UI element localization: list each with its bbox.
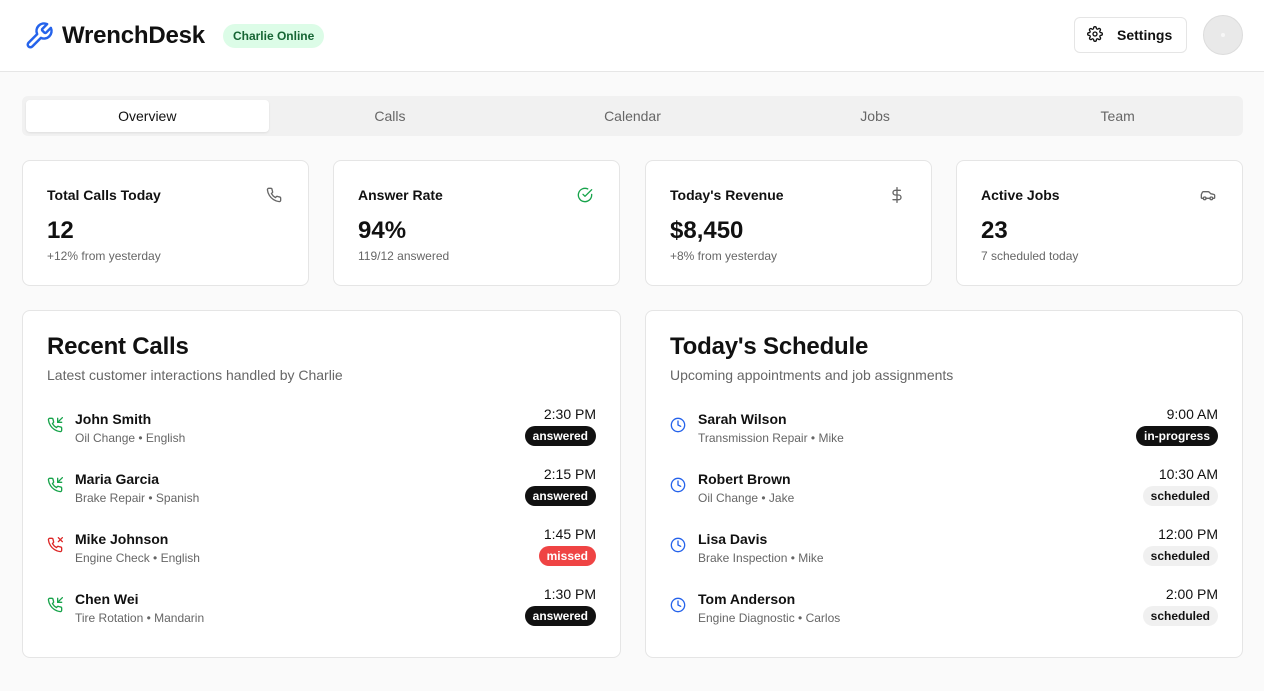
appointment-time: 9:00 AM <box>1166 406 1218 422</box>
call-status-badge: answered <box>524 606 596 626</box>
call-row[interactable]: John Smith Oil Change • English 2:30 PM … <box>47 403 596 463</box>
clock-icon <box>670 597 688 615</box>
customer-name: Lisa Davis <box>698 531 768 547</box>
call-row[interactable]: Chen Wei Tire Rotation • Mandarin 1:30 P… <box>47 583 596 643</box>
recent-calls-panel: Recent Calls Latest customer interaction… <box>22 310 621 658</box>
stat-sub: +8% from yesterday <box>670 249 778 263</box>
avatar[interactable] <box>1203 15 1243 55</box>
call-status-badge: missed <box>538 546 596 566</box>
appointment-time: 10:30 AM <box>1158 466 1218 482</box>
stat-title: Answer Rate <box>358 187 443 203</box>
app-name: WrenchDesk <box>62 21 205 49</box>
tab-calendar[interactable]: Calendar <box>511 100 754 132</box>
appointment-time: 12:00 PM <box>1158 526 1218 542</box>
call-time: 1:45 PM <box>543 526 596 542</box>
call-time: 2:30 PM <box>543 406 596 422</box>
stat-title: Today's Revenue <box>670 187 784 203</box>
tab-calls[interactable]: Calls <box>269 100 512 132</box>
panel-subtitle: Latest customer interactions handled by … <box>47 367 343 383</box>
call-status-badge: answered <box>524 486 596 506</box>
clock-icon <box>670 417 688 435</box>
appointment-time: 2:00 PM <box>1165 586 1218 602</box>
dollar-icon <box>889 187 907 205</box>
stat-card-answer-rate: Answer Rate 94% 119/12 answered <box>333 160 620 286</box>
gear-icon <box>1087 25 1103 45</box>
caller-name: Chen Wei <box>75 591 139 607</box>
call-time: 2:15 PM <box>543 466 596 482</box>
stat-card-revenue: Today's Revenue $8,450 +8% from yesterda… <box>645 160 932 286</box>
schedule-row[interactable]: Sarah Wilson Transmission Repair • Mike … <box>670 403 1218 463</box>
job-status-badge: scheduled <box>1142 546 1218 566</box>
job-meta: Brake Inspection • Mike <box>698 551 824 565</box>
call-meta: Engine Check • English <box>75 551 200 565</box>
stat-title: Total Calls Today <box>47 187 161 203</box>
job-meta: Engine Diagnostic • Carlos <box>698 611 841 625</box>
job-status-badge: scheduled <box>1142 486 1218 506</box>
call-row[interactable]: Mike Johnson Engine Check • English 1:45… <box>47 523 596 583</box>
job-status-badge: in-progress <box>1135 426 1218 446</box>
stat-value: 23 <box>981 217 1008 244</box>
call-meta: Tire Rotation • Mandarin <box>75 611 205 625</box>
call-meta: Oil Change • English <box>75 431 186 445</box>
schedule-row[interactable]: Robert Brown Oil Change • Jake 10:30 AM … <box>670 463 1218 523</box>
phone-incoming-icon <box>47 417 65 435</box>
customer-name: Tom Anderson <box>698 591 796 607</box>
job-status-badge: scheduled <box>1142 606 1218 626</box>
customer-name: Robert Brown <box>698 471 791 487</box>
customer-name: Sarah Wilson <box>698 411 787 427</box>
stat-title: Active Jobs <box>981 187 1060 203</box>
clock-icon <box>670 477 688 495</box>
settings-button[interactable]: Settings <box>1074 17 1187 53</box>
stat-card-active-jobs: Active Jobs 23 7 scheduled today <box>956 160 1243 286</box>
car-icon <box>1200 187 1218 205</box>
job-meta: Oil Change • Jake <box>698 491 795 505</box>
clock-icon <box>670 537 688 555</box>
call-meta: Brake Repair • Spanish <box>75 491 200 505</box>
stat-card-total-calls: Total Calls Today 12 +12% from yesterday <box>22 160 309 286</box>
stat-value: 12 <box>47 217 74 244</box>
top-bar: WrenchDesk Charlie Online Settings <box>0 0 1264 72</box>
schedule-panel: Today's Schedule Upcoming appointments a… <box>645 310 1243 658</box>
panel-subtitle: Upcoming appointments and job assignment… <box>670 367 954 383</box>
call-row[interactable]: Maria Garcia Brake Repair • Spanish 2:15… <box>47 463 596 523</box>
stat-sub: 7 scheduled today <box>981 249 1079 263</box>
caller-name: Mike Johnson <box>75 531 169 547</box>
settings-label: Settings <box>1117 27 1173 43</box>
stat-sub: +12% from yesterday <box>47 249 161 263</box>
caller-name: John Smith <box>75 411 152 427</box>
schedule-row[interactable]: Lisa Davis Brake Inspection • Mike 12:00… <box>670 523 1218 583</box>
tab-team[interactable]: Team <box>996 100 1239 132</box>
stat-sub: 119/12 answered <box>358 249 450 263</box>
wrench-icon <box>24 21 54 51</box>
panel-title: Recent Calls <box>47 333 189 360</box>
tab-jobs[interactable]: Jobs <box>754 100 997 132</box>
tab-overview[interactable]: Overview <box>26 100 269 132</box>
call-time: 1:30 PM <box>543 586 596 602</box>
panel-title: Today's Schedule <box>670 333 869 360</box>
check-circle-icon <box>577 187 595 205</box>
caller-name: Maria Garcia <box>75 471 160 487</box>
job-meta: Transmission Repair • Mike <box>698 431 844 445</box>
tab-bar: Overview Calls Calendar Jobs Team <box>22 96 1243 136</box>
status-badge: Charlie Online <box>222 23 325 48</box>
phone-missed-icon <box>47 537 65 555</box>
phone-incoming-icon <box>47 477 65 495</box>
phone-incoming-icon <box>47 597 65 615</box>
phone-icon <box>266 187 284 205</box>
stat-value: $8,450 <box>670 217 744 244</box>
stat-value: 94% <box>358 217 407 244</box>
schedule-row[interactable]: Tom Anderson Engine Diagnostic • Carlos … <box>670 583 1218 643</box>
call-status-badge: answered <box>524 426 596 446</box>
